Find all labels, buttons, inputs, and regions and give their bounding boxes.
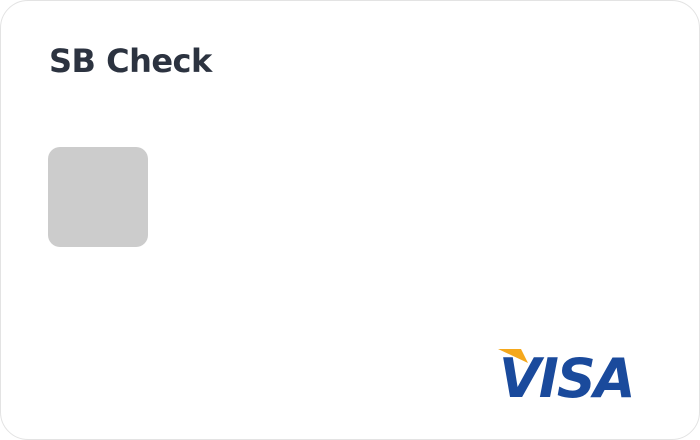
payment-card: SB Check VISA [0, 0, 700, 440]
visa-logo-icon: VISA [495, 341, 655, 403]
brand-name: VISA [499, 347, 634, 403]
card-title: SB Check [49, 42, 212, 80]
card-chip-icon [48, 147, 148, 247]
